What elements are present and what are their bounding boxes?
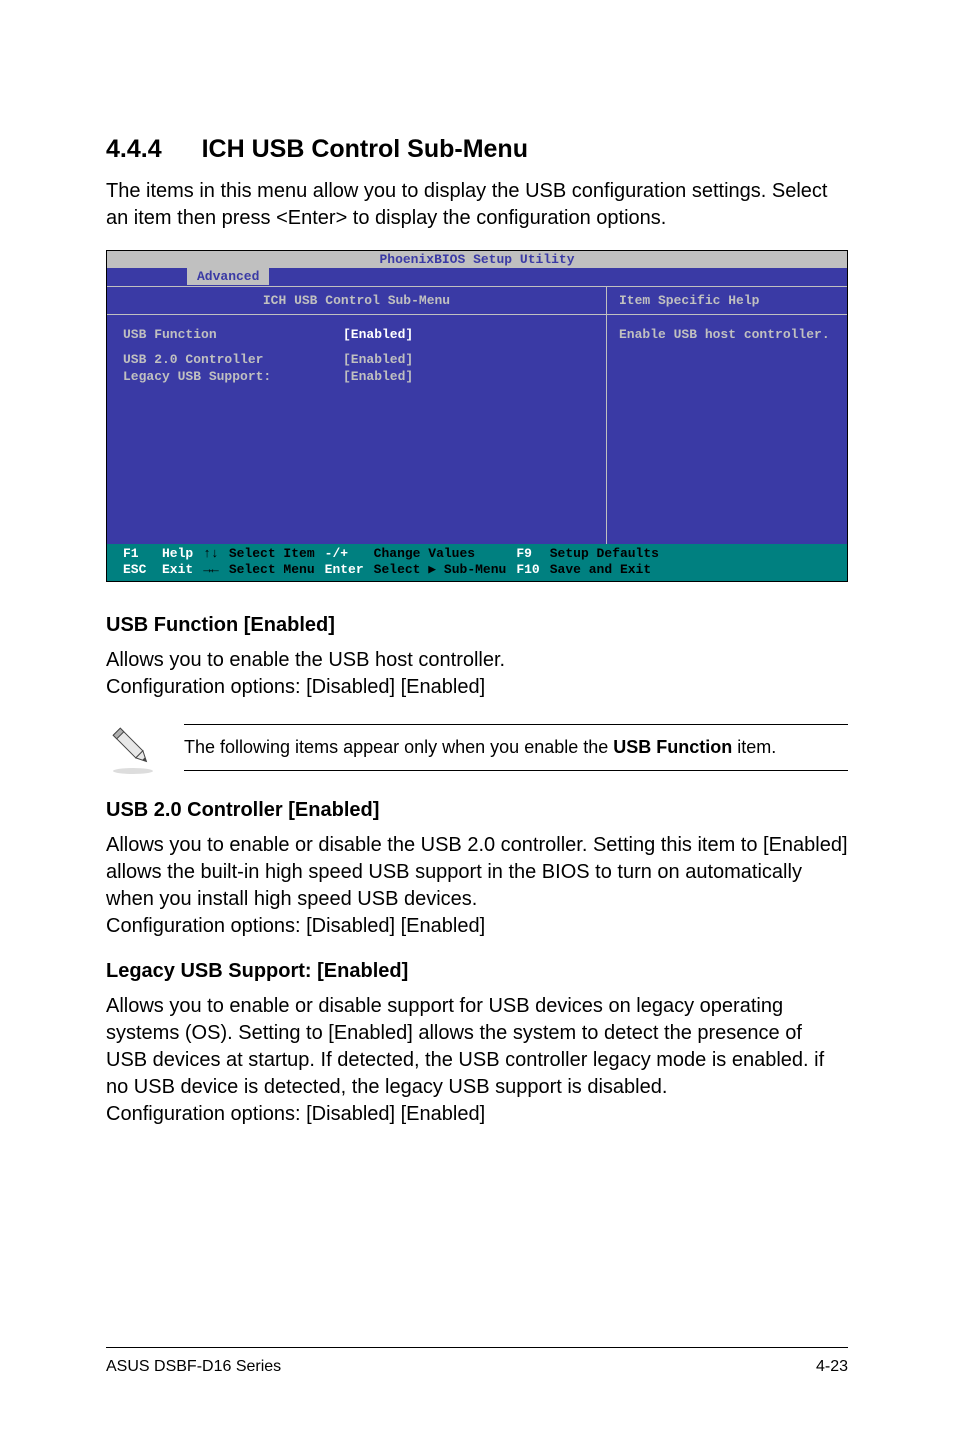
bios-footer-keys3: F9 F10 bbox=[516, 546, 539, 579]
bios-field-usb-function[interactable]: USB Function [Enabled] bbox=[123, 327, 590, 342]
sub-body-usb-function: Allows you to enable the USB host contro… bbox=[106, 647, 848, 701]
footer-left: ASUS DSBF-D16 Series bbox=[106, 1358, 281, 1376]
bios-panel-title: ICH USB Control Sub-Menu bbox=[107, 287, 606, 315]
bios-tab-advanced[interactable]: Advanced bbox=[187, 268, 269, 285]
bios-field-value: [Enabled] bbox=[343, 327, 413, 342]
bios-footer-keys2: -/+ Enter bbox=[325, 546, 364, 579]
bios-field-usb20-controller[interactable]: USB 2.0 Controller [Enabled] bbox=[123, 352, 590, 367]
sub-heading-usb20: USB 2.0 Controller [Enabled] bbox=[106, 799, 848, 822]
sub-heading-usb-function: USB Function [Enabled] bbox=[106, 614, 848, 637]
section-number: 4.4.4 bbox=[106, 135, 162, 164]
bios-footer-arrows: ↑↓ →← bbox=[203, 546, 219, 579]
bios-field-value: [Enabled] bbox=[343, 369, 413, 384]
bios-help-text: Enable USB host controller. bbox=[607, 315, 847, 354]
sub-body-legacy: Allows you to enable or disable support … bbox=[106, 993, 848, 1128]
bios-left-panel: ICH USB Control Sub-Menu USB Function [E… bbox=[107, 287, 607, 544]
bios-help-title: Item Specific Help bbox=[607, 287, 847, 315]
note-suffix: item. bbox=[732, 737, 776, 757]
note-text: The following items appear only when you… bbox=[184, 724, 848, 771]
bios-tab-row: Advanced bbox=[107, 268, 847, 286]
bios-footer-change: Change Values Select ▶ Sub-Menu bbox=[374, 546, 507, 579]
footer-right: 4-23 bbox=[816, 1358, 848, 1376]
bios-field-value: [Enabled] bbox=[343, 352, 413, 367]
note-prefix: The following items appear only when you… bbox=[184, 737, 613, 757]
sub-heading-legacy: Legacy USB Support: [Enabled] bbox=[106, 960, 848, 983]
bios-field-label: USB 2.0 Controller bbox=[123, 352, 343, 367]
bios-footer-defaults: Setup Defaults Save and Exit bbox=[550, 546, 659, 579]
note-bold: USB Function bbox=[613, 737, 732, 757]
sub-body-usb20: Allows you to enable or disable the USB … bbox=[106, 832, 848, 940]
bios-footer-select: Select Item Select Menu bbox=[229, 546, 315, 579]
bios-help-panel: Item Specific Help Enable USB host contr… bbox=[607, 287, 847, 544]
bios-field-label: USB Function bbox=[123, 327, 343, 342]
pencil-icon bbox=[106, 721, 160, 775]
note-box: The following items appear only when you… bbox=[106, 721, 848, 775]
bios-utility-box: PhoenixBIOS Setup Utility Advanced ICH U… bbox=[106, 250, 848, 582]
section-intro: The items in this menu allow you to disp… bbox=[106, 178, 848, 232]
bios-field-label: Legacy USB Support: bbox=[123, 369, 343, 384]
bios-footer: F1 Help ESC Exit ↑↓ →← Select Item Selec… bbox=[107, 544, 847, 581]
bios-footer-keys1: F1 Help ESC Exit bbox=[123, 546, 193, 579]
bios-field-legacy-usb[interactable]: Legacy USB Support: [Enabled] bbox=[123, 369, 590, 384]
page-footer: ASUS DSBF-D16 Series 4-23 bbox=[106, 1347, 848, 1376]
section-title: ICH USB Control Sub-Menu bbox=[202, 135, 528, 163]
section-heading: 4.4.4 ICH USB Control Sub-Menu bbox=[106, 135, 848, 164]
bios-title: PhoenixBIOS Setup Utility bbox=[107, 251, 847, 268]
